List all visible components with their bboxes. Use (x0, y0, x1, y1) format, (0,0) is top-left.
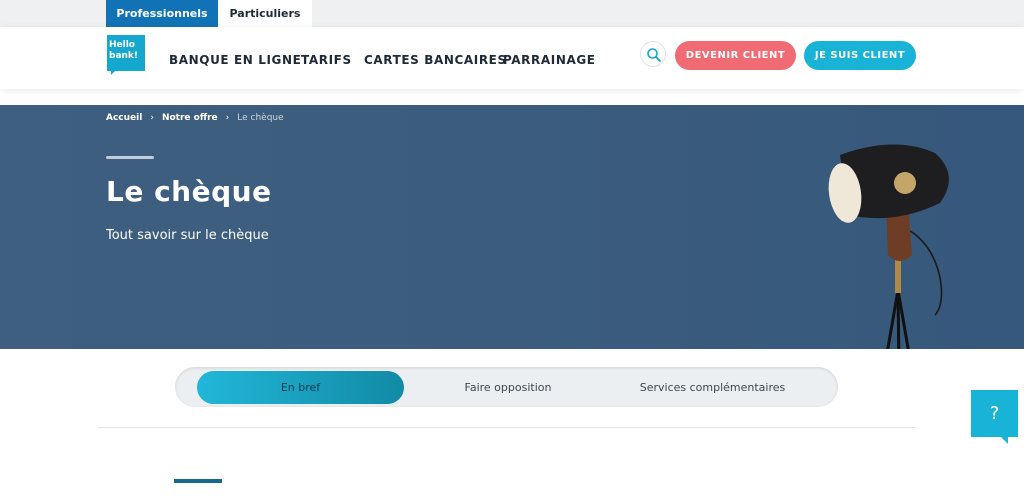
content-tabs: En bref Faire opposition Services complé… (175, 367, 838, 407)
site-header: Hello bank! BANQUE EN LIGNE TARIFS CARTE… (0, 27, 1024, 89)
title-rule (106, 156, 154, 159)
tab-particuliers[interactable]: Particuliers (218, 0, 312, 27)
section-divider (98, 427, 915, 428)
search-icon (647, 48, 661, 62)
hero-banner: Accueil › Notre offre › Le chèque Le chè… (0, 105, 1024, 349)
breadcrumb-current: Le chèque (237, 113, 284, 123)
chevron-right-icon: › (225, 113, 230, 123)
help-icon: ? (989, 403, 1000, 424)
tab-services-complementaires[interactable]: Services complémentaires (625, 371, 800, 404)
page-title: Le chèque (106, 175, 272, 208)
breadcrumb-accueil[interactable]: Accueil (106, 113, 142, 123)
lamp-illustration (828, 144, 949, 349)
page-subtitle: Tout savoir sur le chèque (106, 228, 269, 243)
tab-faire-opposition[interactable]: Faire opposition (438, 371, 578, 404)
help-tail (1000, 436, 1008, 444)
nav-tarifs[interactable]: TARIFS (301, 53, 352, 67)
search-button[interactable] (640, 41, 666, 67)
segment-bar: Professionnels Particuliers (0, 0, 1024, 27)
section-accent-bar (174, 479, 222, 483)
logo-line-2: bank! (109, 51, 139, 61)
devenir-client-button[interactable]: DEVENIR CLIENT (675, 41, 796, 70)
je-suis-client-button[interactable]: JE SUIS CLIENT (804, 41, 916, 70)
logo-tail (111, 69, 117, 75)
chevron-right-icon: › (150, 113, 154, 123)
nav-cartes-bancaires[interactable]: CARTES BANCAIRES (364, 53, 507, 67)
breadcrumb: Accueil › Notre offre › Le chèque (106, 113, 284, 123)
tab-en-bref[interactable]: En bref (197, 371, 404, 404)
logo-line-1: Hello (109, 40, 135, 50)
help-button[interactable]: ? (971, 390, 1018, 437)
tab-professionnels[interactable]: Professionnels (106, 0, 218, 27)
nav-banque-en-ligne[interactable]: BANQUE EN LIGNE (169, 53, 301, 67)
breadcrumb-notre-offre[interactable]: Notre offre (162, 113, 218, 123)
hello-bank-logo[interactable]: Hello bank! (107, 35, 145, 71)
nav-parrainage[interactable]: PARRAINAGE (503, 53, 596, 67)
